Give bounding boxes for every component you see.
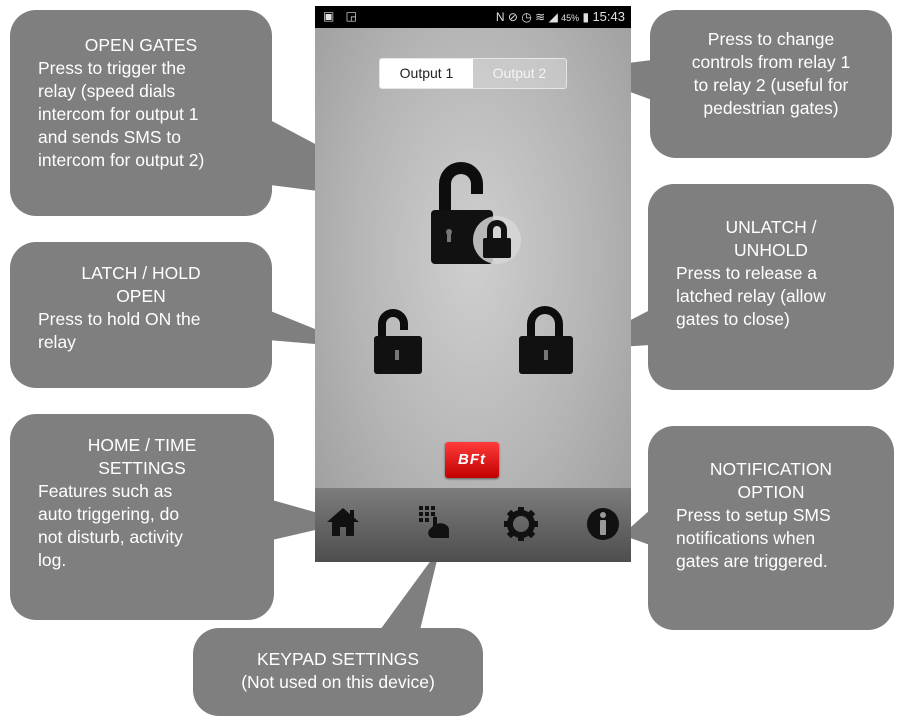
change-controls-line-2: controls from relay 1 xyxy=(691,52,851,72)
notification-line-2: notifications when xyxy=(676,528,816,548)
unlatch-line-3: gates to close) xyxy=(676,309,790,329)
latch-lock-icon[interactable] xyxy=(370,302,430,376)
home-title-1: HOME / TIME xyxy=(87,435,197,455)
latch-line-1: Press to hold ON the xyxy=(38,309,201,329)
unlatch-title-2: UNHOLD xyxy=(734,240,808,260)
home-callout: HOME / TIME SETTINGS Features such as au… xyxy=(10,414,274,620)
keypad-title: KEYPAD SETTINGS xyxy=(256,649,420,669)
output-selector: Output 1 Output 2 xyxy=(379,58,567,89)
home-line-3: not disturb, activity xyxy=(38,527,183,547)
change-controls-line-4: pedestrian gates) xyxy=(703,98,839,118)
keypad-callout: KEYPAD SETTINGS (Not used on this device… xyxy=(193,628,483,716)
change-controls-callout: Press to change controls from relay 1 to… xyxy=(650,10,892,158)
latch-line-2: relay xyxy=(38,332,76,352)
home-line-1: Features such as xyxy=(38,481,173,501)
notification-callout: NOTIFICATION OPTION Press to setup SMS n… xyxy=(648,426,894,630)
unlatch-callout: UNLATCH / UNHOLD Press to release a latc… xyxy=(648,184,894,390)
bottom-nav xyxy=(315,488,631,562)
open-gates-line-3: intercom for output 1 xyxy=(38,104,199,124)
latch-callout: LATCH / HOLD OPEN Press to hold ON the r… xyxy=(10,242,272,388)
home-title-2: SETTINGS xyxy=(98,458,186,478)
tab-output-2[interactable]: Output 2 xyxy=(473,59,566,88)
status-left-icons: ▣ ◲ xyxy=(323,9,362,23)
status-right: N ⊘ ◷ ≋ ◢ 45% ▮ 15:43 xyxy=(496,9,625,24)
mute-icon: ⊘ xyxy=(507,10,518,24)
nfc-icon: N xyxy=(495,10,505,24)
phone-screen: ▣ ◲ N ⊘ ◷ ≋ ◢ 45% ▮ 15:43 Output 1 Outpu… xyxy=(315,6,631,562)
unlatch-line-2: latched relay (allow xyxy=(676,286,826,306)
open-gates-title: OPEN GATES xyxy=(84,35,198,55)
battery-percent: 45% xyxy=(561,13,580,23)
open-gates-lock-icon[interactable] xyxy=(425,152,523,270)
tab-output-1[interactable]: Output 1 xyxy=(380,59,473,88)
home-line-2: auto triggering, do xyxy=(38,504,180,524)
unlatch-lock-icon[interactable] xyxy=(515,302,579,376)
open-gates-line-2: relay (speed dials xyxy=(38,81,176,101)
signal-icon: ◢ xyxy=(548,10,558,24)
keypad-note: (Not used on this device) xyxy=(241,672,435,692)
home-line-4: log. xyxy=(38,550,67,570)
open-gates-line-5: intercom for output 2) xyxy=(38,150,205,170)
notification-title-2: OPTION xyxy=(737,482,805,502)
unlatch-title-1: UNLATCH / xyxy=(725,217,817,237)
notification-line-3: gates are triggered. xyxy=(676,551,828,571)
change-controls-line-3: to relay 2 (useful for xyxy=(693,75,849,95)
wifi-icon: ≋ xyxy=(535,10,546,24)
open-gates-line-1: Press to trigger the xyxy=(38,58,186,78)
home-icon[interactable] xyxy=(325,506,361,538)
latch-title-1: LATCH / HOLD xyxy=(81,263,201,283)
open-gates-line-4: and sends SMS to xyxy=(38,127,181,147)
info-icon[interactable] xyxy=(585,506,621,542)
unlatch-line-1: Press to release a xyxy=(676,263,818,283)
status-time: 15:43 xyxy=(592,9,625,24)
battery-icon: ▮ xyxy=(582,10,590,24)
latch-title-2: OPEN xyxy=(116,286,166,306)
change-controls-line-1: Press to change xyxy=(707,29,835,49)
gear-icon[interactable] xyxy=(503,506,539,542)
status-bar: ▣ ◲ N ⊘ ◷ ≋ ◢ 45% ▮ 15:43 xyxy=(315,6,631,28)
keypad-icon[interactable] xyxy=(415,502,453,542)
bft-logo: BFt xyxy=(445,442,499,478)
notification-title-1: NOTIFICATION xyxy=(709,459,833,479)
notification-line-1: Press to setup SMS xyxy=(676,505,831,525)
open-gates-callout: OPEN GATES Press to trigger the relay (s… xyxy=(10,10,272,216)
alarm-icon: ◷ xyxy=(521,10,532,24)
